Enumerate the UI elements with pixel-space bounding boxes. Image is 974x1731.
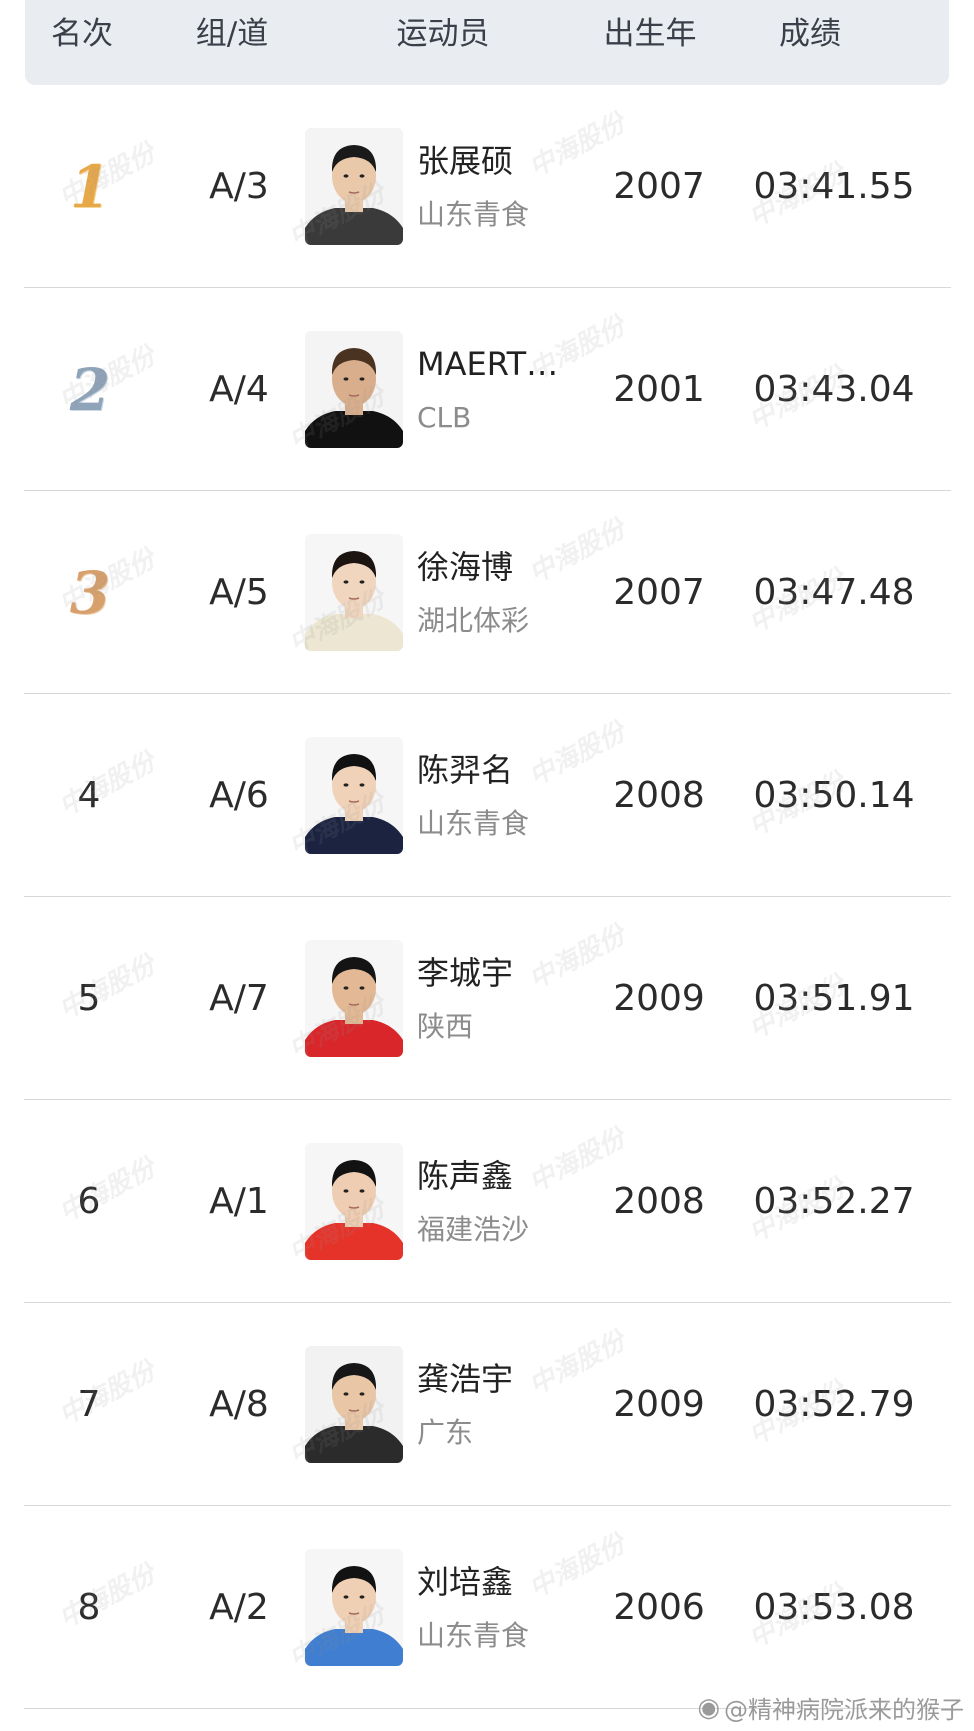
gold-medal-icon: 1 (69, 152, 110, 221)
athlete-team: 山东青食 (417, 1618, 530, 1652)
athlete-cell: MAERT… CLB (305, 288, 605, 491)
rank-cell: 1 (44, 85, 134, 288)
athlete-team: CLB (417, 400, 472, 434)
rank-cell: 5 (44, 897, 134, 1100)
birth-year-cell: 2007 (613, 166, 705, 207)
result-time-cell: 03:52.79 (753, 1384, 915, 1425)
athlete-cell: 刘培鑫 山东青食 (305, 1506, 605, 1709)
result-time-cell: 03:51.91 (753, 978, 915, 1019)
athlete-avatar (305, 1143, 403, 1260)
athlete-cell: 陈羿名 山东青食 (305, 694, 605, 897)
athlete-info: 龚浩宇 广东 (417, 1359, 513, 1451)
athlete-team: 山东青食 (417, 806, 530, 840)
lane-cell: A/7 (209, 978, 269, 1019)
birth-year-cell: 2006 (613, 1587, 705, 1628)
result-time-cell: 03:43.04 (753, 369, 915, 410)
header-result: 成绩 (779, 16, 841, 52)
rank-number: 5 (77, 978, 101, 1019)
athlete-name: 李城宇 (417, 953, 514, 992)
rank-number: 8 (77, 1587, 101, 1628)
result-time-cell: 03:53.08 (753, 1587, 915, 1628)
athlete-cell: 陈声鑫 福建浩沙 (305, 1100, 605, 1303)
birth-year-cell: 2008 (613, 1181, 705, 1222)
rank-number: 6 (77, 1181, 101, 1222)
result-time-cell: 03:47.48 (753, 572, 915, 613)
rank-number: 7 (77, 1384, 101, 1425)
header-birth-year: 出生年 (603, 16, 697, 52)
athlete-name: 刘培鑫 (417, 1562, 514, 1601)
lane-cell: A/1 (209, 1181, 269, 1222)
athlete-team: 陕西 (417, 1009, 474, 1043)
athlete-avatar (305, 1549, 403, 1666)
lane-cell: A/6 (209, 775, 269, 816)
athlete-name: 陈羿名 (417, 750, 514, 789)
result-time-cell: 03:41.55 (753, 166, 915, 207)
table-row[interactable]: 7A/8龚浩宇广东200903:52.79中海股份中海股份中海股份中海股份 (24, 1303, 951, 1506)
weibo-credit-text: @精神病院派来的猴子 (724, 1696, 964, 1724)
athlete-name: 张展硕 (417, 141, 514, 180)
table-row[interactable]: 4A/6陈羿名山东青食200803:50.14中海股份中海股份中海股份中海股份 (24, 694, 951, 897)
athlete-cell: 张展硕 山东青食 (305, 85, 605, 288)
athlete-team: 山东青食 (417, 197, 530, 231)
table-row[interactable]: 1A/3张展硕山东青食200703:41.55中海股份中海股份中海股份中海股份 (24, 85, 951, 288)
athlete-avatar (305, 128, 403, 245)
athlete-name: 徐海博 (417, 547, 514, 586)
result-time-cell: 03:50.14 (753, 775, 915, 816)
athlete-info: 陈羿名 山东青食 (417, 750, 529, 842)
rank-number: 4 (77, 775, 101, 816)
table-row[interactable]: 8A/2刘培鑫山东青食200603:53.08中海股份中海股份中海股份中海股份 (24, 1506, 951, 1709)
athlete-avatar (305, 1346, 403, 1463)
header-rank: 名次 (51, 16, 113, 52)
athlete-cell: 徐海博 湖北体彩 (305, 491, 605, 694)
birth-year-cell: 2009 (613, 978, 705, 1019)
birth-year-cell: 2009 (613, 1384, 705, 1425)
athlete-avatar (305, 534, 403, 651)
table-row[interactable]: 2A/4MAERT…CLB200103:43.04中海股份中海股份中海股份中海股… (24, 288, 951, 491)
birth-year-cell: 2008 (613, 775, 705, 816)
rank-cell: 2 (44, 288, 134, 491)
table-row[interactable]: 6A/1陈声鑫福建浩沙200803:52.27中海股份中海股份中海股份中海股份 (24, 1100, 951, 1303)
result-time-cell: 03:52.27 (753, 1181, 915, 1222)
results-list: 1A/3张展硕山东青食200703:41.55中海股份中海股份中海股份中海股份2… (0, 85, 974, 1709)
rank-cell: 6 (44, 1100, 134, 1303)
rank-cell: 7 (44, 1303, 134, 1506)
table-row[interactable]: 5A/7李城宇陕西200903:51.91中海股份中海股份中海股份中海股份 (24, 897, 951, 1100)
birth-year-cell: 2007 (613, 572, 705, 613)
bronze-medal-icon: 3 (69, 558, 110, 627)
rank-cell: 4 (44, 694, 134, 897)
lane-cell: A/2 (209, 1587, 269, 1628)
lane-cell: A/4 (209, 369, 269, 410)
athlete-name: 龚浩宇 (417, 1359, 514, 1398)
athlete-info: 刘培鑫 山东青食 (417, 1562, 529, 1654)
weibo-icon: ◉ (697, 1692, 720, 1723)
silver-medal-icon: 2 (69, 355, 110, 424)
athlete-info: 徐海博 湖北体彩 (417, 547, 529, 639)
athlete-avatar (305, 940, 403, 1057)
lane-cell: A/5 (209, 572, 269, 613)
athlete-info: 陈声鑫 福建浩沙 (417, 1156, 529, 1248)
athlete-avatar (305, 331, 403, 448)
lane-cell: A/3 (209, 166, 269, 207)
athlete-name: 陈声鑫 (417, 1156, 514, 1195)
athlete-team: 湖北体彩 (417, 603, 530, 637)
header-athlete: 运动员 (396, 16, 490, 52)
header-lane: 组/道 (195, 16, 269, 52)
athlete-cell: 李城宇 陕西 (305, 897, 605, 1100)
athlete-team: 广东 (417, 1415, 474, 1449)
athlete-team: 福建浩沙 (417, 1212, 530, 1246)
birth-year-cell: 2001 (613, 369, 705, 410)
weibo-credit: ◉ @精神病院派来的猴子 (697, 1690, 964, 1725)
rank-cell: 3 (44, 491, 134, 694)
athlete-avatar (305, 737, 403, 854)
table-header: 名次 组/道 运动员 出生年 成绩 (25, 0, 949, 85)
athlete-info: 张展硕 山东青食 (417, 141, 529, 233)
rank-cell: 8 (44, 1506, 134, 1709)
lane-cell: A/8 (209, 1384, 269, 1425)
athlete-info: MAERT… CLB (417, 344, 558, 436)
table-row[interactable]: 3A/5徐海博湖北体彩200703:47.48中海股份中海股份中海股份中海股份 (24, 491, 951, 694)
athlete-info: 李城宇 陕西 (417, 953, 513, 1045)
athlete-name: MAERT… (417, 344, 559, 383)
athlete-cell: 龚浩宇 广东 (305, 1303, 605, 1506)
